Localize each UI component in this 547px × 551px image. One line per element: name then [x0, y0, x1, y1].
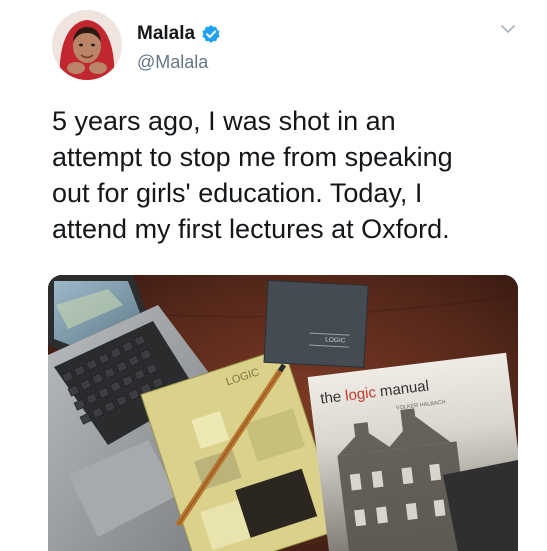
tweet-text: 5 years ago, I was shot in an attempt to…: [52, 106, 453, 244]
author-handle[interactable]: @Malala: [137, 52, 208, 73]
author-name-row[interactable]: Malala: [137, 22, 221, 46]
book-logic-middle-title: LOGIC: [325, 336, 346, 344]
tweet-card: Malala @Malala 5 years ago, I was shot i…: [0, 0, 547, 551]
author-display-name[interactable]: Malala: [137, 23, 195, 45]
book-logic-middle: LOGIC: [263, 279, 369, 368]
chevron-down-icon[interactable]: [499, 20, 517, 38]
tweet-photo[interactable]: LOGIC LOGIC the logic manual VOLKER HALB…: [48, 275, 518, 551]
avatar[interactable]: [52, 10, 122, 80]
verified-badge-icon: [201, 24, 221, 44]
